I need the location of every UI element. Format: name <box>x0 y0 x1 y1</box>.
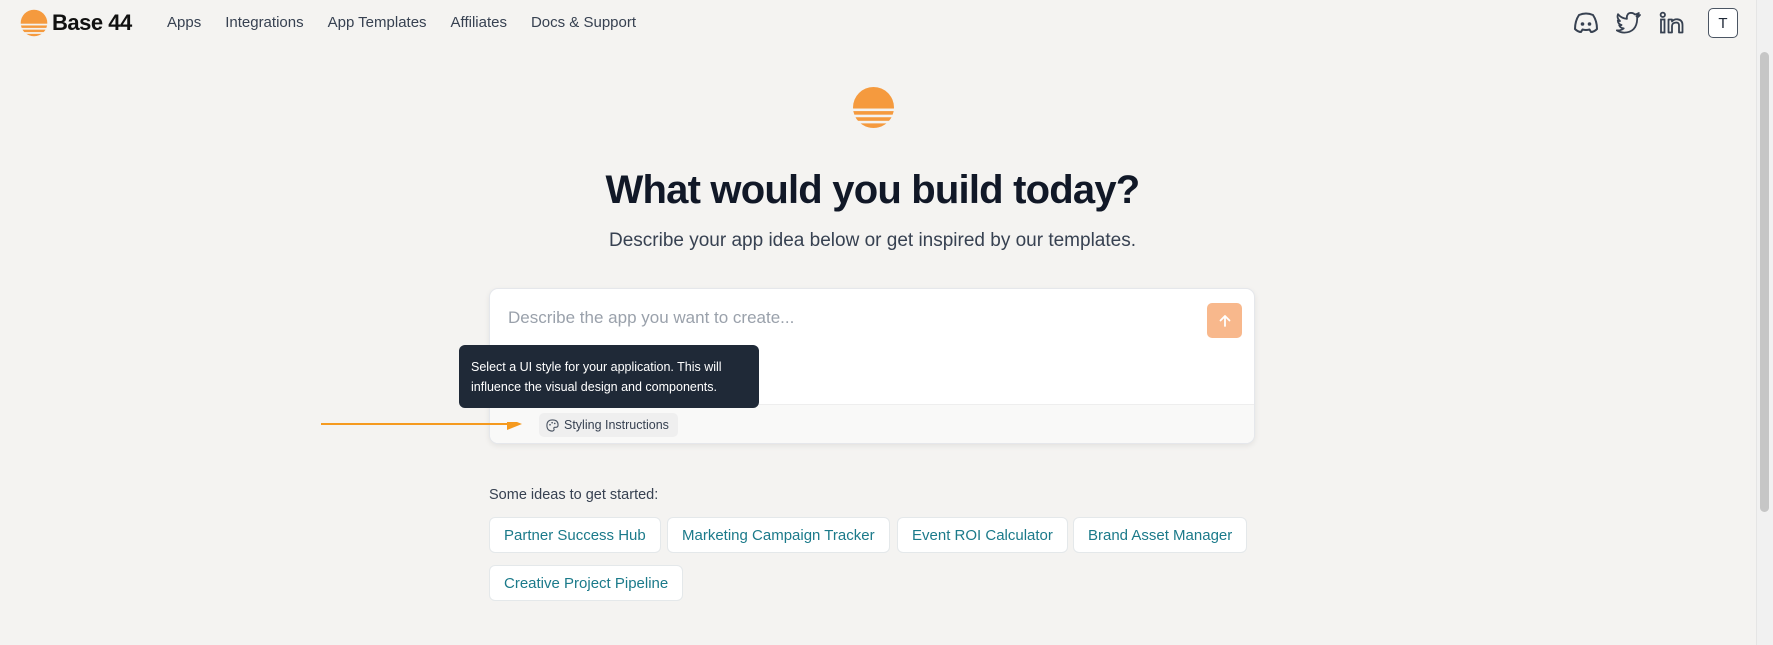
pointer-arrow-icon <box>321 422 522 430</box>
discord-link[interactable] <box>1571 9 1601 37</box>
prompt-card-toolbar: Styling Instructions <box>490 404 1254 443</box>
brand-name: Base 44 <box>52 10 132 35</box>
nav-item-app-templates[interactable]: App Templates <box>328 14 427 31</box>
submit-prompt-button[interactable] <box>1207 303 1242 338</box>
twitter-icon <box>1616 12 1641 34</box>
nav-item-integrations[interactable]: Integrations <box>225 14 303 31</box>
user-avatar-button[interactable]: T <box>1708 8 1738 38</box>
styling-instructions-button[interactable]: Styling Instructions <box>539 413 678 437</box>
nav-item-docs-support[interactable]: Docs & Support <box>531 14 636 31</box>
idea-chip-event-roi-calculator[interactable]: Event ROI Calculator <box>897 517 1068 553</box>
top-navigation-bar: Base 44 Apps Integrations App Templates … <box>0 0 1756 46</box>
page-scrollbar-thumb[interactable] <box>1760 52 1769 512</box>
idea-chip-creative-project-pipeline[interactable]: Creative Project Pipeline <box>489 565 684 601</box>
discord-icon <box>1574 12 1598 33</box>
linkedin-link[interactable] <box>1657 9 1687 37</box>
idea-chip-brand-asset-manager[interactable]: Brand Asset Manager <box>1073 517 1248 553</box>
social-links <box>1571 9 1700 37</box>
tooltip-text: Select a UI style for your application. … <box>471 360 722 394</box>
idea-chip-marketing-campaign-tracker[interactable]: Marketing Campaign Tracker <box>667 517 890 553</box>
styling-tooltip: Select a UI style for your application. … <box>459 345 759 408</box>
page-title: What would you build today? <box>605 168 1141 212</box>
arrow-up-icon <box>1219 314 1230 327</box>
nav-item-affiliates[interactable]: Affiliates <box>451 14 507 31</box>
base44-hero-logo-icon <box>853 87 894 128</box>
palette-icon <box>546 418 559 432</box>
app-description-input[interactable] <box>506 303 1190 333</box>
brand-logo[interactable]: Base 44 <box>20 9 132 37</box>
styling-instructions-label: Styling Instructions <box>564 418 669 432</box>
linkedin-icon <box>1659 11 1684 34</box>
base44-logo-icon <box>20 9 48 37</box>
ideas-heading: Some ideas to get started: <box>489 487 659 503</box>
nav-item-apps[interactable]: Apps <box>167 14 201 31</box>
main-nav: Apps Integrations App Templates Affiliat… <box>167 14 636 31</box>
twitter-link[interactable] <box>1614 9 1644 37</box>
page-subtitle: Describe your app idea below or get insp… <box>608 230 1136 251</box>
idea-chip-partner-success-hub[interactable]: Partner Success Hub <box>489 517 661 553</box>
